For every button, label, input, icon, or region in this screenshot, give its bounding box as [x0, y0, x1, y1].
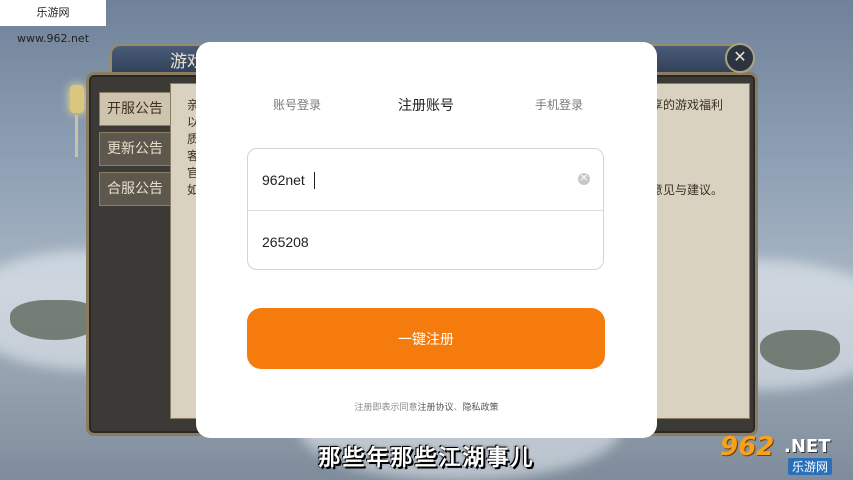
- site-watermark: 乐游网 www.962.net: [0, 0, 106, 45]
- tab-account-login[interactable]: 账号登录: [273, 96, 321, 113]
- register-modal: 账号登录 注册账号 手机登录 ✕ 一键注册 注册即表示同意注册协议、隐私政策: [196, 42, 657, 438]
- lantern-tassel: [75, 115, 78, 157]
- one-click-register-button[interactable]: 一键注册: [247, 308, 605, 369]
- text-caret: [314, 172, 315, 189]
- brand-subtitle: 乐游网: [788, 458, 833, 475]
- agreement-separator: 、: [453, 402, 463, 412]
- brand-number: 962: [720, 432, 775, 462]
- input-divider: [248, 210, 603, 211]
- brand-net: .NET: [784, 436, 831, 457]
- agreement-notice: 注册即表示同意注册协议、隐私政策: [196, 400, 657, 413]
- notice-line: 享的游戏福利: [651, 98, 724, 112]
- password-input[interactable]: [262, 231, 562, 253]
- game-notice-tabs: 开服公告 更新公告 合服公告: [99, 92, 171, 212]
- agreement-text: 注册即表示同意: [354, 402, 418, 412]
- tab-register-account[interactable]: 注册账号: [398, 95, 454, 115]
- lantern-decoration: [70, 85, 84, 113]
- clear-input-icon[interactable]: ✕: [578, 173, 590, 185]
- game-close-icon[interactable]: ✕: [725, 43, 755, 73]
- account-input[interactable]: [262, 169, 562, 191]
- tab-phone-login[interactable]: 手机登录: [535, 96, 583, 113]
- register-agreement-link[interactable]: 注册协议: [417, 402, 453, 412]
- brand-logo: 962 .NET 乐游网: [712, 430, 850, 478]
- tab-open-server-notice[interactable]: 开服公告: [99, 92, 171, 126]
- notice-line: 意见与建议。: [651, 183, 724, 197]
- privacy-policy-link[interactable]: 隐私政策: [463, 402, 499, 412]
- credentials-box: ✕: [247, 148, 604, 270]
- tab-merge-server-notice[interactable]: 合服公告: [99, 172, 171, 206]
- tab-update-notice[interactable]: 更新公告: [99, 132, 171, 166]
